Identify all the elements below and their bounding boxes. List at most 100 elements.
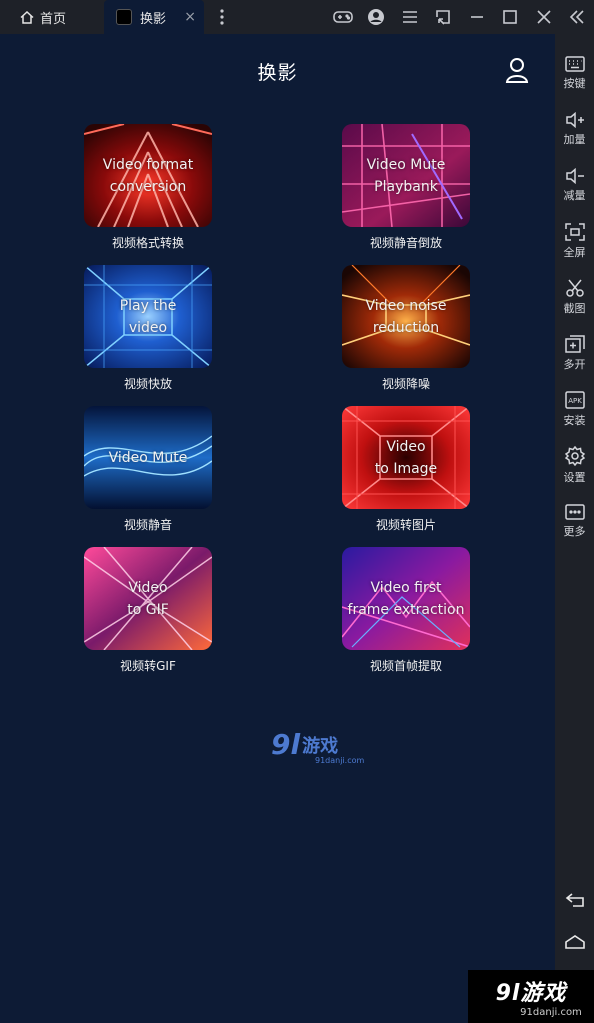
card-thumbnail-text: Video first frame extraction: [347, 579, 465, 618]
emulator-sidebar: 按键 加量 减量 全屏 截图 多开 APK 安装 设置 更多: [555, 34, 594, 1023]
watermark-text: 游戏: [302, 735, 339, 757]
sidebar-item-label: 全屏: [563, 245, 586, 259]
card-thumbnail-text: Video to Image: [374, 438, 438, 477]
card-first-frame[interactable]: Video first frame extraction 视频首帧提取: [342, 547, 470, 674]
sidebar-item-label: 更多: [563, 524, 586, 538]
double-chevron-left-icon: [570, 10, 584, 24]
card-label: 视频静音倒放: [369, 236, 442, 250]
gamepad-icon: [332, 11, 353, 23]
sidebar-item-fullscreen[interactable]: 全屏: [555, 216, 594, 266]
card-to-gif[interactable]: Video to GIF 视频转GIF: [84, 547, 212, 674]
page-title: 换影: [257, 62, 298, 84]
svg-text:APK: APK: [568, 397, 582, 405]
back-arrow-icon: [565, 893, 584, 907]
sidebar-item-keymap[interactable]: 按键: [555, 48, 594, 98]
sidebar-item-label: 设置: [563, 470, 586, 484]
home-icon: [20, 10, 34, 24]
menu-button[interactable]: [393, 0, 427, 34]
sidebar-item-label: 按键: [563, 76, 586, 90]
collapse-sidebar-button[interactable]: [561, 0, 594, 34]
card-mute-reverse[interactable]: Video Mute Playbank 视频静音倒放: [342, 124, 470, 251]
card-thumbnail[interactable]: Video to GIF: [84, 547, 212, 650]
close-button[interactable]: [527, 0, 561, 34]
card-label: 视频快放: [123, 377, 172, 391]
card-mute[interactable]: Video Mute 视频静音: [84, 406, 212, 533]
title-bar: 首页 换影 ×: [0, 0, 594, 34]
sidebar-item-settings[interactable]: 设置: [555, 440, 594, 490]
card-thumbnail[interactable]: Video Mute Playbank: [342, 124, 470, 227]
card-thumbnail[interactable]: Video to Image: [342, 406, 470, 509]
card-thumbnail-text: Video Mute Playbank: [366, 156, 446, 195]
card-thumbnail[interactable]: Video Mute: [84, 406, 212, 509]
card-format-conversion[interactable]: Video format conversion 视频格式转换: [84, 124, 212, 251]
card-thumbnail[interactable]: Video first frame extraction: [342, 547, 470, 650]
multi-instance-icon: [564, 334, 585, 353]
card-noise-reduction[interactable]: Video noise reduction 视频降噪: [342, 265, 470, 392]
card-label: 视频转GIF: [120, 659, 176, 673]
sidebar-item-screenshot[interactable]: 截图: [555, 272, 594, 322]
user-avatar-icon: [368, 9, 385, 25]
fullscreen-icon: [564, 222, 585, 241]
watermark-logo: 9l 游戏 91danji.com: [271, 728, 364, 765]
app-screen: 换影 Video format conversion 视频格式转换 Video …: [0, 34, 555, 1023]
watermark-url: 91danji.com: [315, 756, 365, 765]
gear-icon: [564, 445, 585, 466]
corner-watermark-logo: 9l游戏 91danji.com: [468, 970, 594, 1023]
volume-down-icon: [565, 167, 584, 184]
sidebar-item-label: 加量: [563, 132, 586, 146]
sidebar-item-install-apk[interactable]: APK 安装: [555, 384, 594, 434]
sidebar-item-label: 截图: [563, 301, 586, 315]
card-fast-play[interactable]: Play the video 视频快放: [84, 265, 212, 392]
maximize-icon: [503, 10, 518, 24]
more-icon: [564, 503, 585, 520]
volume-up-icon: [565, 111, 584, 128]
card-thumbnail[interactable]: Video noise reduction: [342, 265, 470, 368]
sidebar-item-label: 安装: [563, 413, 586, 427]
watermark-number: 9l: [271, 728, 301, 761]
card-label: 视频降噪: [381, 377, 430, 391]
tab-app-label: 换影: [140, 11, 167, 27]
sidebar-item-multi-instance[interactable]: 多开: [555, 328, 594, 378]
card-thumbnail-text: Video Mute: [108, 449, 188, 466]
shrink-icon: [436, 10, 451, 25]
back-button[interactable]: [555, 882, 594, 918]
hamburger-icon: [402, 11, 417, 23]
minimize-icon: [470, 16, 483, 18]
card-to-image[interactable]: Video to Image 视频转图片: [342, 406, 470, 533]
sidebar-item-volume-up[interactable]: 加量: [555, 104, 594, 154]
account-button[interactable]: [360, 0, 394, 34]
card-label: 视频格式转换: [111, 236, 184, 250]
home-nav-icon: [564, 935, 585, 949]
corner-watermark-title: 9l游戏: [495, 981, 567, 1006]
corner-watermark-url: 91danji.com: [520, 1007, 582, 1018]
vertical-dots-icon: [220, 9, 224, 25]
card-label: 视频首帧提取: [369, 659, 442, 673]
tab-menu-button[interactable]: [212, 9, 232, 25]
profile-icon[interactable]: [505, 56, 531, 84]
close-icon: [537, 10, 551, 24]
keyboard-icon: [564, 55, 585, 72]
home-nav-button[interactable]: [555, 924, 594, 960]
sidebar-item-label: 多开: [563, 357, 586, 371]
app-favicon-icon: [116, 9, 132, 25]
card-label: 视频静音: [123, 518, 172, 532]
tab-home-label: 首页: [40, 11, 67, 27]
card-thumbnail[interactable]: Play the video: [84, 265, 212, 368]
card-thumbnail[interactable]: Video format conversion: [84, 124, 212, 227]
tab-close-icon[interactable]: ×: [184, 9, 196, 25]
sidebar-item-volume-down[interactable]: 减量: [555, 160, 594, 210]
shrink-window-button[interactable]: [427, 0, 461, 34]
minimize-button[interactable]: [460, 0, 494, 34]
apk-icon: APK: [564, 390, 585, 409]
scissors-icon: [565, 279, 584, 297]
sidebar-item-label: 减量: [563, 188, 586, 202]
card-thumbnail-text: Video noise reduction: [365, 297, 447, 336]
tab-home[interactable]: 首页: [0, 0, 104, 34]
maximize-button[interactable]: [494, 0, 528, 34]
sidebar-item-more[interactable]: 更多: [555, 496, 594, 546]
card-thumbnail-text: Video to GIF: [127, 579, 169, 618]
card-thumbnail-text: Video format conversion: [102, 156, 194, 195]
card-label: 视频转图片: [375, 518, 436, 532]
tab-app[interactable]: 换影 ×: [104, 0, 204, 34]
gamepad-button[interactable]: [326, 0, 360, 34]
